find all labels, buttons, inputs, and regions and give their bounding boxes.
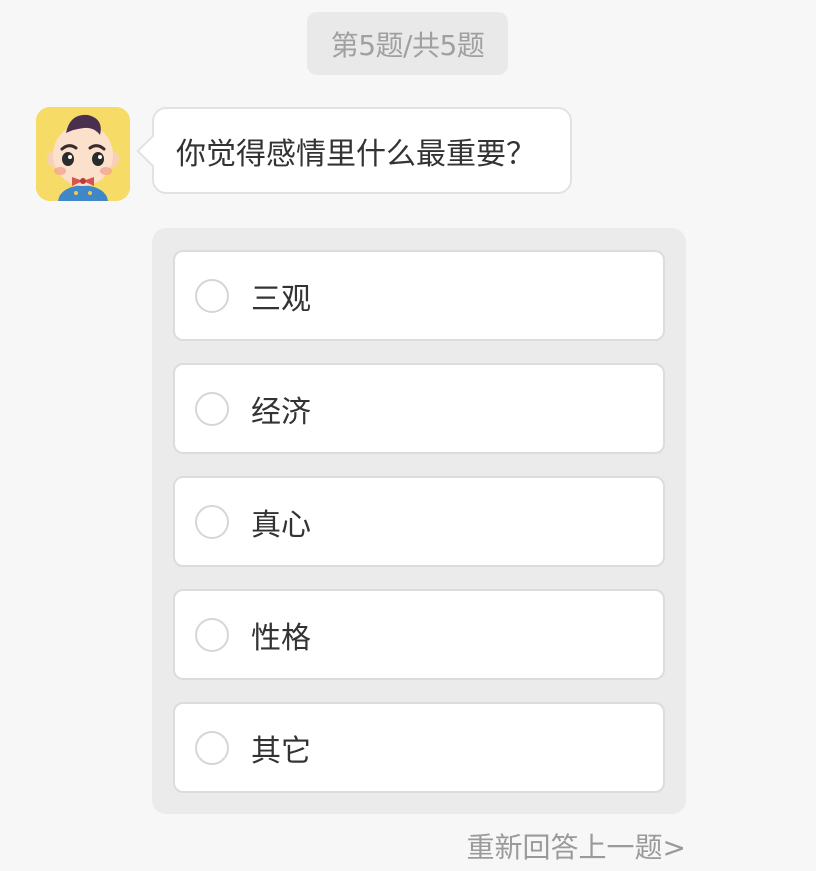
option-zhenxin[interactable]: 真心: [173, 476, 665, 567]
redo-previous-link[interactable]: 重新回答上一题>: [467, 826, 686, 866]
options-panel: 三观 经济 真心 性格 其它: [152, 228, 686, 814]
option-label: 真心: [251, 507, 311, 543]
option-label: 三观: [251, 281, 311, 317]
cartoon-boy-avatar-icon: [36, 107, 130, 201]
question-bubble: 你觉得感情里什么最重要？: [152, 107, 572, 194]
radio-circle-icon[interactable]: [195, 278, 229, 313]
radio-circle-icon[interactable]: [195, 504, 229, 539]
option-xingge[interactable]: 性格: [173, 589, 665, 680]
option-label: 其它: [251, 733, 311, 769]
radio-circle-icon[interactable]: [195, 730, 229, 765]
radio-circle-icon[interactable]: [195, 391, 229, 426]
avatar: [36, 107, 130, 201]
question-text: 你觉得感情里什么最重要？: [176, 136, 536, 172]
option-sanguan[interactable]: 三观: [173, 250, 665, 341]
progress-indicator: 第5题/共5题: [307, 12, 508, 75]
option-label: 性格: [251, 620, 311, 656]
radio-circle-icon[interactable]: [195, 617, 229, 652]
option-label: 经济: [251, 394, 311, 430]
option-jingji[interactable]: 经济: [173, 363, 665, 454]
option-qita[interactable]: 其它: [173, 702, 665, 793]
